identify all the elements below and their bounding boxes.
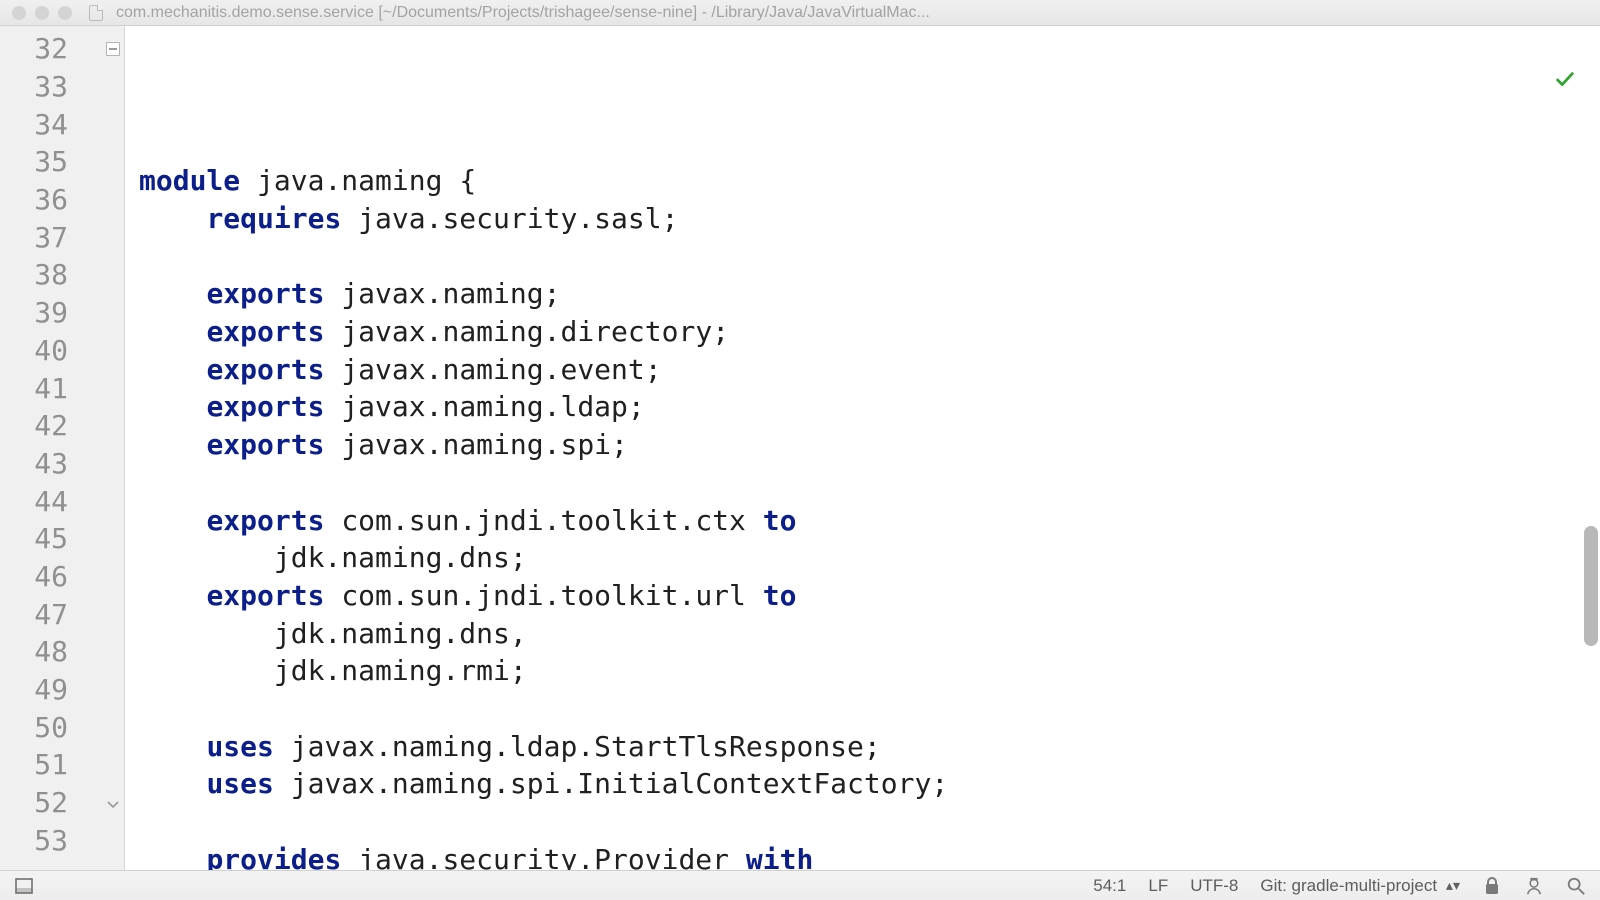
- gutter-line[interactable]: 32: [0, 30, 124, 68]
- code-line[interactable]: exports javax.naming;: [125, 275, 1600, 313]
- git-branch[interactable]: Git: gradle-multi-project ▴▾: [1260, 876, 1460, 896]
- code-line[interactable]: [125, 238, 1600, 276]
- code-line[interactable]: exports javax.naming.spi;: [125, 426, 1600, 464]
- gutter-line[interactable]: 52: [0, 784, 124, 822]
- cursor-position-label: 54:1: [1093, 876, 1126, 896]
- gutter[interactable]: 3233343536373839404142434445464748495051…: [0, 26, 125, 870]
- gutter-line[interactable]: 46: [0, 558, 124, 596]
- status-bar: 54:1 LF UTF-8 Git: gradle-multi-project …: [0, 870, 1600, 900]
- code-line[interactable]: exports com.sun.jndi.toolkit.url to: [125, 577, 1600, 615]
- search-icon[interactable]: [1566, 876, 1586, 896]
- gutter-line[interactable]: 37: [0, 219, 124, 257]
- code-line[interactable]: uses javax.naming.spi.InitialContextFact…: [125, 765, 1600, 803]
- code-line[interactable]: module java.naming {: [125, 162, 1600, 200]
- code-line[interactable]: exports com.sun.jndi.toolkit.ctx to: [125, 502, 1600, 540]
- zoom-window-button[interactable]: [58, 6, 72, 20]
- readonly-lock-icon[interactable]: [1482, 876, 1502, 896]
- line-separator[interactable]: LF: [1148, 876, 1168, 896]
- gutter-line[interactable]: 48: [0, 633, 124, 671]
- gutter-line[interactable]: 47: [0, 596, 124, 634]
- code-line[interactable]: [125, 464, 1600, 502]
- gutter-line[interactable]: 38: [0, 256, 124, 294]
- gutter-line[interactable]: 53: [0, 822, 124, 860]
- git-branch-label: Git: gradle-multi-project: [1260, 876, 1437, 896]
- titlebar: com.mechanitis.demo.sense.service [~/Doc…: [0, 0, 1600, 26]
- gutter-line[interactable]: 35: [0, 143, 124, 181]
- code-line[interactable]: [125, 690, 1600, 728]
- code-line[interactable]: jdk.naming.dns;: [125, 539, 1600, 577]
- inspection-ok-icon[interactable]: [1453, 32, 1576, 131]
- window-title: com.mechanitis.demo.sense.service [~/Doc…: [116, 4, 1588, 22]
- code-line[interactable]: exports javax.naming.ldap;: [125, 388, 1600, 426]
- code-line[interactable]: exports javax.naming.directory;: [125, 313, 1600, 351]
- code-line[interactable]: exports javax.naming.event;: [125, 351, 1600, 389]
- gutter-line[interactable]: 36: [0, 181, 124, 219]
- gutter-line[interactable]: 39: [0, 294, 124, 332]
- gutter-line[interactable]: 34: [0, 106, 124, 144]
- gutter-line[interactable]: 49: [0, 671, 124, 709]
- gutter-line[interactable]: 41: [0, 370, 124, 408]
- dropdown-icon: ▴▾: [1442, 877, 1460, 894]
- line-separator-label: LF: [1148, 876, 1168, 896]
- tool-window-toggle-icon[interactable]: [14, 876, 34, 896]
- gutter-line[interactable]: 40: [0, 332, 124, 370]
- editor[interactable]: 3233343536373839404142434445464748495051…: [0, 26, 1600, 870]
- file-encoding-label: UTF-8: [1190, 876, 1238, 896]
- file-icon: [89, 5, 103, 21]
- code-area[interactable]: module java.naming { requires java.secur…: [125, 26, 1600, 870]
- gutter-line[interactable]: 42: [0, 407, 124, 445]
- gutter-line[interactable]: 50: [0, 709, 124, 747]
- close-window-button[interactable]: [12, 6, 26, 20]
- gutter-line[interactable]: 43: [0, 445, 124, 483]
- fold-collapse-icon[interactable]: [106, 42, 120, 56]
- code-line[interactable]: provides java.security.Provider with: [125, 841, 1600, 870]
- gutter-line[interactable]: 44: [0, 483, 124, 521]
- gutter-line[interactable]: 45: [0, 520, 124, 558]
- file-encoding[interactable]: UTF-8: [1190, 876, 1238, 896]
- cursor-position[interactable]: 54:1: [1093, 876, 1126, 896]
- code-line[interactable]: [125, 803, 1600, 841]
- gutter-line[interactable]: 51: [0, 746, 124, 784]
- code-line[interactable]: requires java.security.sasl;: [125, 200, 1600, 238]
- code-line[interactable]: jdk.naming.rmi;: [125, 652, 1600, 690]
- gutter-line[interactable]: 33: [0, 68, 124, 106]
- code-line[interactable]: jdk.naming.dns,: [125, 615, 1600, 653]
- minimize-window-button[interactable]: [35, 6, 49, 20]
- fold-end-icon[interactable]: [106, 796, 120, 810]
- hector-icon[interactable]: [1524, 876, 1544, 896]
- code-line[interactable]: uses javax.naming.ldap.StartTlsResponse;: [125, 728, 1600, 766]
